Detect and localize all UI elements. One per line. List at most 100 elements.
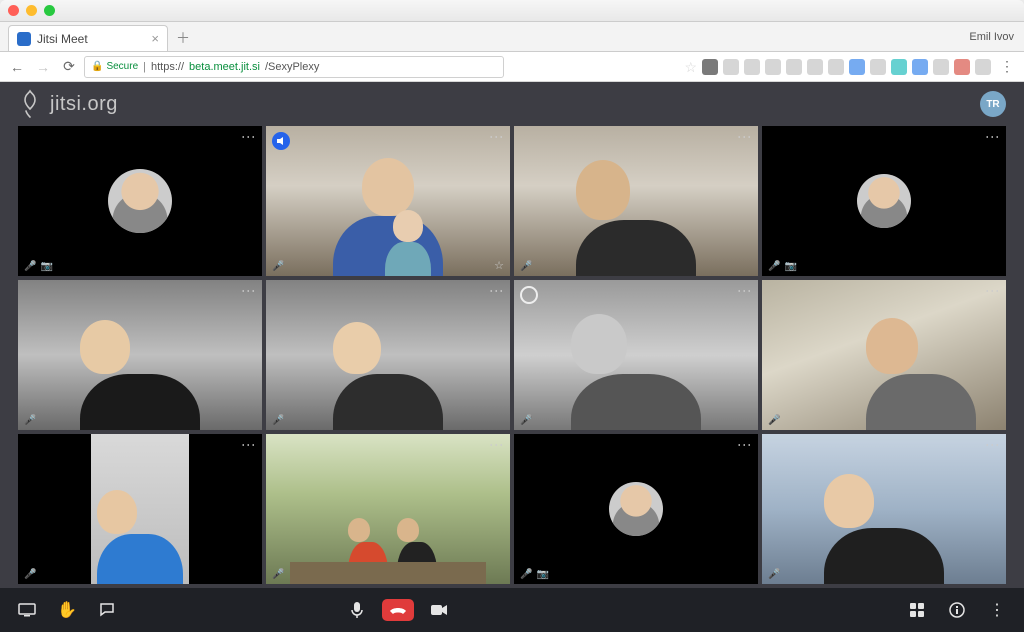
extension-icon[interactable] xyxy=(954,59,970,75)
tile-status-icons: 🎤 xyxy=(520,261,532,272)
participant-tile[interactable]: ⋮ 🎤 xyxy=(18,280,262,430)
bookmark-star-icon[interactable]: ☆ xyxy=(684,59,697,75)
extension-icon[interactable] xyxy=(870,59,886,75)
video-grid: ⋮ 🎤📷 ⋮ 🎤 ☆ ⋮ 🎤 xyxy=(0,126,1024,588)
chat-button[interactable] xyxy=(96,599,118,621)
info-button[interactable] xyxy=(946,599,968,621)
window-zoom-button[interactable] xyxy=(44,5,55,16)
secure-label: Secure xyxy=(106,61,138,72)
mic-muted-icon: 🎤 xyxy=(24,261,36,272)
extension-icon[interactable] xyxy=(723,59,739,75)
mic-icon: 🎤 xyxy=(272,261,284,272)
tile-menu-icon[interactable]: ⋮ xyxy=(242,284,256,296)
participant-tile[interactable]: ⋮ 🎤 📷 xyxy=(514,434,758,584)
participant-tile[interactable]: ⋮ 🎤 xyxy=(762,280,1006,430)
nav-reload-button[interactable]: ⟳ xyxy=(58,56,80,78)
extension-icon[interactable] xyxy=(933,59,949,75)
extension-icon[interactable] xyxy=(891,59,907,75)
extension-icon[interactable] xyxy=(765,59,781,75)
participant-tile[interactable]: ⋮ 🎤 xyxy=(514,126,758,276)
url-scheme: https:// xyxy=(151,61,184,73)
browser-tab[interactable]: Jitsi Meet × xyxy=(8,25,168,51)
extension-icon[interactable] xyxy=(912,59,928,75)
tile-menu-icon[interactable]: ⋮ xyxy=(242,438,256,450)
video-feed xyxy=(762,280,1006,430)
extension-icon[interactable] xyxy=(744,59,760,75)
local-user-avatar[interactable]: TR xyxy=(980,91,1006,117)
logo-text: jitsi.org xyxy=(50,93,118,116)
participant-tile[interactable]: ⋮ 🎤 ☆ xyxy=(266,126,510,276)
mic-icon: 🎤 xyxy=(520,415,532,426)
dominant-speaker-icon xyxy=(520,286,538,304)
tile-status-icons: 🎤 xyxy=(24,569,36,580)
mic-icon: 🎤 xyxy=(520,261,532,272)
tile-status-icons: 🎤 xyxy=(272,569,284,580)
extension-icon[interactable] xyxy=(702,59,718,75)
pin-icon[interactable]: ☆ xyxy=(494,259,504,272)
participant-tile[interactable]: ⋮ 🎤 xyxy=(762,434,1006,584)
tile-status-icons: 🎤📷 xyxy=(768,261,797,272)
video-feed xyxy=(514,126,758,276)
extension-icon[interactable] xyxy=(786,59,802,75)
participant-tile[interactable]: ⋮ 🎤📷 xyxy=(18,126,262,276)
mic-icon: 🎤 xyxy=(272,569,284,580)
extension-icon[interactable] xyxy=(807,59,823,75)
user-initials: TR xyxy=(986,99,999,110)
mic-icon: 🎤 xyxy=(24,569,36,580)
tile-menu-icon[interactable]: ⋮ xyxy=(738,438,752,450)
tile-status-icons: 🎤 xyxy=(272,415,284,426)
extension-icon[interactable] xyxy=(828,59,844,75)
participant-tile[interactable]: ⋮ 🎤 xyxy=(514,280,758,430)
hangup-button[interactable] xyxy=(382,599,414,621)
video-feed xyxy=(266,434,510,584)
window-controls xyxy=(8,5,55,16)
camera-off-icon: 📷 xyxy=(536,569,548,580)
new-tab-button[interactable]: ＋ xyxy=(172,27,194,49)
tile-menu-icon[interactable]: ⋮ xyxy=(986,438,1000,450)
tile-menu-icon[interactable]: ⋮ xyxy=(490,438,504,450)
browser-tab-strip: Jitsi Meet × ＋ Emil Ivov xyxy=(0,22,1024,52)
participant-tile[interactable]: ⋮ 🎤 xyxy=(266,434,510,584)
jitsi-logo[interactable]: jitsi.org xyxy=(18,89,118,119)
app-header: jitsi.org TR xyxy=(0,82,1024,126)
microphone-button[interactable] xyxy=(346,599,368,621)
jitsi-logo-icon xyxy=(18,89,42,119)
chrome-menu-button[interactable]: ⋮ xyxy=(996,56,1018,78)
tile-menu-icon[interactable]: ⋮ xyxy=(490,284,504,296)
participant-tile[interactable]: ⋮ 🎤 xyxy=(18,434,262,584)
nav-back-button[interactable]: ← xyxy=(6,56,28,78)
tile-menu-icon[interactable]: ⋮ xyxy=(242,130,256,142)
screenshare-button[interactable] xyxy=(16,599,38,621)
address-bar[interactable]: 🔒 Secure | https://beta.meet.jit.si/Sexy… xyxy=(84,56,504,78)
extension-icon[interactable] xyxy=(849,59,865,75)
window-titlebar xyxy=(0,0,1024,22)
window-close-button[interactable] xyxy=(8,5,19,16)
chrome-profile-name[interactable]: Emil Ivov xyxy=(969,31,1014,43)
tile-view-button[interactable] xyxy=(906,599,928,621)
mic-muted-icon: 🎤 xyxy=(520,569,532,580)
video-feed xyxy=(762,434,1006,584)
mic-icon: 🎤 xyxy=(768,415,780,426)
tile-status-icons: 🎤 xyxy=(24,415,36,426)
tile-menu-icon[interactable]: ⋮ xyxy=(738,130,752,142)
participant-tile[interactable]: ⋮ 🎤 xyxy=(266,280,510,430)
avatar-icon xyxy=(857,174,911,228)
active-speaker-icon xyxy=(272,132,290,150)
video-feed xyxy=(18,434,262,584)
tile-menu-icon[interactable]: ⋮ xyxy=(986,130,1000,142)
tile-menu-icon[interactable]: ⋮ xyxy=(986,284,1000,296)
camera-button[interactable] xyxy=(428,599,450,621)
nav-forward-button[interactable]: → xyxy=(32,56,54,78)
mic-icon: 🎤 xyxy=(768,569,780,580)
video-feed xyxy=(266,280,510,430)
jitsi-app: jitsi.org TR ⋮ 🎤📷 xyxy=(0,82,1024,632)
participant-tile[interactable]: ⋮ 🎤📷 xyxy=(762,126,1006,276)
tile-menu-icon[interactable]: ⋮ xyxy=(738,284,752,296)
extension-icon[interactable] xyxy=(975,59,991,75)
window-minimize-button[interactable] xyxy=(26,5,37,16)
raise-hand-button[interactable]: ✋ xyxy=(56,599,78,621)
tile-menu-icon[interactable]: ⋮ xyxy=(490,130,504,142)
video-feed xyxy=(266,126,510,276)
tab-close-button[interactable]: × xyxy=(151,31,159,46)
more-actions-button[interactable]: ⋮ xyxy=(986,599,1008,621)
